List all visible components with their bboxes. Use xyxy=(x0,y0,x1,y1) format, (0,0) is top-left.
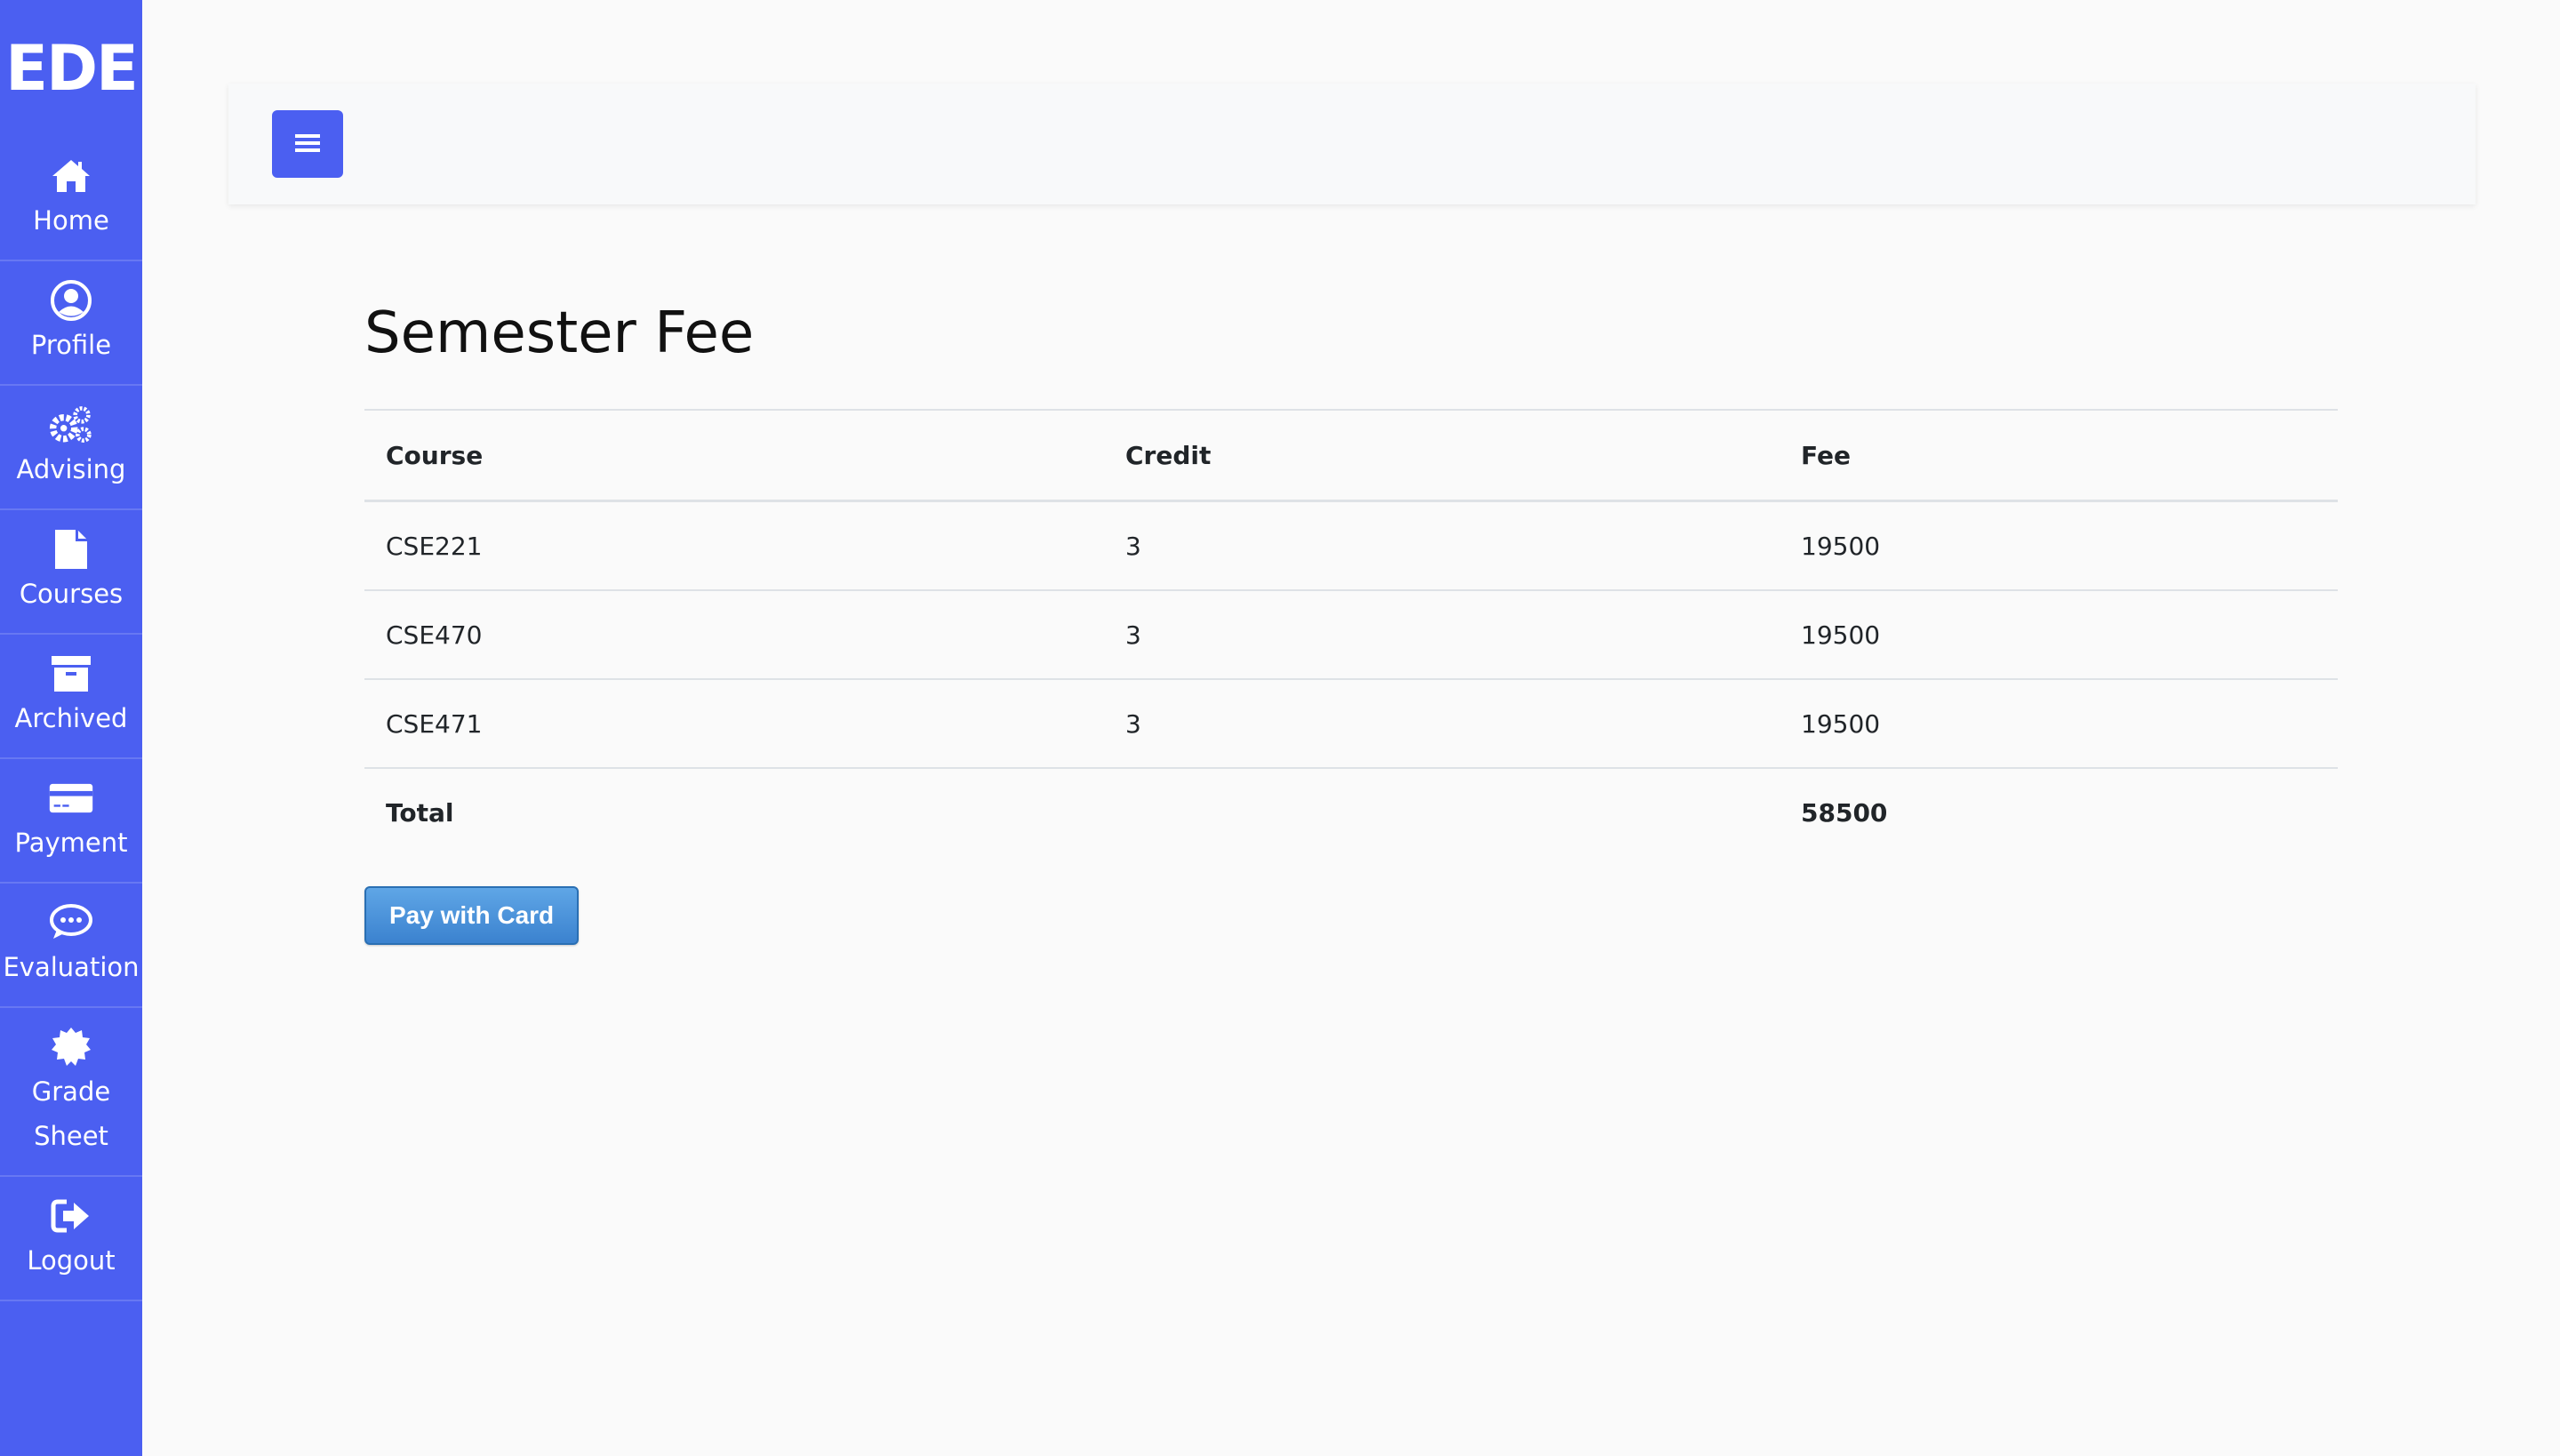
credit-cell: 3 xyxy=(1104,500,1780,591)
file-icon xyxy=(49,527,93,572)
main-content: Semester Fee Course Credit Fee CSE221 3 … xyxy=(364,284,2338,945)
sidebar-item-label: Advising xyxy=(16,454,126,484)
top-navbar xyxy=(228,84,2476,204)
home-icon xyxy=(49,154,93,198)
sidebar-item-archived[interactable]: Archived xyxy=(0,635,142,759)
credit-card-icon xyxy=(49,776,93,820)
user-circle-icon xyxy=(49,278,93,323)
app-logo: EDE xyxy=(5,32,139,105)
sidebar-item-grade-sheet[interactable]: Grade Sheet xyxy=(0,1008,142,1177)
sidebar-item-courses[interactable]: Courses xyxy=(0,510,142,635)
sidebar-item-home[interactable]: Home xyxy=(0,137,142,261)
total-label: Total xyxy=(386,797,454,828)
total-value: 58500 xyxy=(1801,797,1888,828)
column-header-credit: Credit xyxy=(1104,409,1780,502)
table-row: CSE471 3 19500 xyxy=(364,679,2338,769)
hamburger-icon xyxy=(295,132,320,156)
sidebar-item-label: Payment xyxy=(14,828,128,858)
sidebar-item-advising[interactable]: Advising xyxy=(0,386,142,510)
sidebar-item-label: Evaluation xyxy=(3,952,140,982)
pay-with-card-button[interactable]: Pay with Card xyxy=(364,886,580,945)
fee-cell: 19500 xyxy=(1780,679,2338,769)
sidebar-item-profile[interactable]: Profile xyxy=(0,261,142,386)
total-row: Total 58500 xyxy=(364,768,2338,856)
fee-table: Course Credit Fee CSE221 3 19500 CSE470 … xyxy=(364,409,2338,856)
fee-cell: 19500 xyxy=(1780,500,2338,591)
sidebar-item-label: Archived xyxy=(14,703,128,733)
sign-out-icon xyxy=(49,1194,93,1238)
sidebar-toggle-button[interactable] xyxy=(272,110,343,178)
total-empty-cell xyxy=(1104,768,1780,856)
comment-dots-icon xyxy=(49,900,93,945)
table-header-row: Course Credit Fee xyxy=(364,409,2338,502)
credit-cell: 3 xyxy=(1104,590,1780,680)
certificate-icon xyxy=(49,1025,93,1069)
course-cell: CSE471 xyxy=(364,679,1104,769)
sidebar-item-label: Home xyxy=(33,205,109,236)
column-header-fee: Fee xyxy=(1780,409,2338,502)
page-title: Semester Fee xyxy=(364,300,755,366)
sidebar-item-payment[interactable]: Payment xyxy=(0,759,142,884)
course-cell: CSE470 xyxy=(364,590,1104,680)
sidebar-item-evaluation[interactable]: Evaluation xyxy=(0,884,142,1008)
sidebar-item-label: Logout xyxy=(27,1245,116,1276)
sidebar-item-label: Grade Sheet xyxy=(31,1076,111,1151)
fee-cell: 19500 xyxy=(1780,590,2338,680)
gears-icon xyxy=(49,403,93,447)
credit-cell: 3 xyxy=(1104,679,1780,769)
archive-icon xyxy=(49,652,93,696)
sidebar-item-label: Courses xyxy=(19,579,124,609)
sidebar: EDE Home Profile Advising Courses Archiv… xyxy=(0,0,142,1456)
sidebar-item-label: Profile xyxy=(30,330,112,360)
column-header-course: Course xyxy=(364,409,1104,502)
table-row: CSE221 3 19500 xyxy=(364,500,2338,591)
sidebar-item-logout[interactable]: Logout xyxy=(0,1177,142,1301)
table-row: CSE470 3 19500 xyxy=(364,590,2338,680)
course-cell: CSE221 xyxy=(364,500,1104,591)
